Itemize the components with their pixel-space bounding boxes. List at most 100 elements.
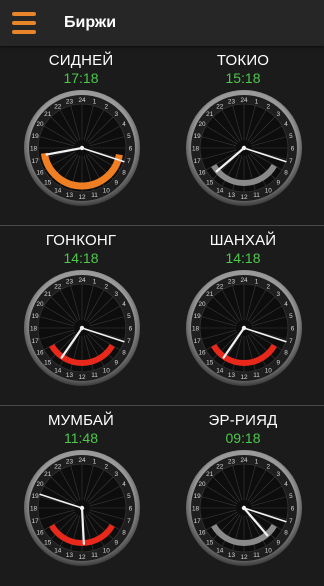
- dial-hour-label: 5: [127, 493, 131, 500]
- dial-hour-label: 11: [91, 372, 98, 379]
- exchange-card-riyadh[interactable]: ЭР-РИЯД 09:18 24 1 2 3 4 5 6 7 8 9 10 11 12 13 14 15 16 1…: [162, 406, 324, 586]
- exchanges-grid: СИДНЕЙ 17:18 24 1 2 3 4 5 6 7 8 9 10 11 12 13 14 15 16 17…: [0, 46, 324, 576]
- dial-hour-label: 2: [104, 103, 108, 110]
- dial-hour-label: 15: [206, 540, 214, 547]
- clock-dial: 24 1234567891011121314151617181920212223: [24, 270, 140, 386]
- dial-hour-label: 7: [127, 158, 131, 165]
- dial-hour-label: 6: [291, 325, 295, 332]
- dial-hour-label: 12: [78, 194, 86, 201]
- dial-hour-label: 13: [66, 552, 74, 559]
- dial-hour-label: 9: [115, 360, 119, 367]
- dial-hour-label: 19: [194, 133, 202, 140]
- dial-hour-label: 6: [129, 145, 133, 152]
- dial-hour-label: 10: [103, 367, 111, 374]
- dial-hour-label: 17: [194, 518, 202, 525]
- dial-hour-label: 9: [277, 540, 281, 547]
- dial-hour-label: 5: [127, 313, 131, 320]
- dial-hour-label: 21: [206, 291, 214, 298]
- dial-hour-label: 2: [104, 463, 108, 470]
- dial-hour-label: 11: [253, 192, 260, 199]
- exchange-card-hong-kong[interactable]: ГОНКОНГ 14:18 24 1 2 3 4 5 6 7 8 9 10 11 12 13 14 15 16 1…: [0, 226, 162, 406]
- clock-dial: 24 1234567891011121314151617181920212223: [186, 270, 302, 386]
- dial-hour-label: 7: [289, 518, 293, 525]
- dial-hour-label: 17: [32, 338, 40, 345]
- dial-hour-label: 12: [78, 554, 86, 561]
- dial-hour-label: 10: [103, 187, 111, 194]
- dial-hour-label: 11: [253, 372, 260, 379]
- dial-hour-label: 23: [228, 459, 236, 466]
- dial-hour-label: 12: [240, 194, 248, 201]
- dial-hour-label: 15: [44, 360, 52, 367]
- exchange-card-shanghai[interactable]: ШАНХАЙ 14:18 24 1 2 3 4 5 6 7 8 9 10 11 12 13 14 15 16 17…: [162, 226, 324, 406]
- dial-hour-label: 23: [66, 279, 74, 286]
- hand-pivot: [241, 145, 247, 151]
- hand-pivot: [79, 325, 85, 331]
- clock-dial: 24 1234567891011121314151617181920212223: [186, 90, 302, 206]
- dial-hour-label: 15: [44, 540, 52, 547]
- dial-hour-label: 6: [291, 505, 295, 512]
- dial-hour-label: 1: [93, 459, 97, 466]
- hand-pivot: [79, 145, 85, 151]
- dial-hour-label: 22: [54, 283, 62, 290]
- exchange-city: ГОНКОНГ: [45, 232, 117, 249]
- dial-hour-label: 20: [198, 481, 206, 488]
- dial-hour-label: 6: [129, 505, 133, 512]
- dial-hour-label: 18: [192, 145, 200, 152]
- clock-dial: 24 1234567891011121314151617181920212223: [24, 450, 140, 566]
- dial-hour-label: 24: [78, 97, 86, 104]
- dial-hour-label: 1: [93, 99, 97, 106]
- exchange-time: 14:18: [225, 250, 261, 266]
- dial-hour-label: 17: [194, 158, 202, 165]
- dial-hour-label: 1: [255, 459, 259, 466]
- dial-hour-label: 7: [289, 158, 293, 165]
- dial-hour-label: 7: [127, 338, 131, 345]
- menu-line: [12, 30, 36, 34]
- exchange-time: 14:18: [63, 250, 99, 266]
- dial-hour-label: 23: [66, 459, 74, 466]
- page-title: Биржи: [64, 14, 117, 31]
- dial-hour-label: 4: [122, 121, 126, 128]
- hamburger-menu-icon[interactable]: [10, 11, 38, 35]
- exchange-city: СИДНЕЙ: [48, 52, 114, 69]
- dial-hour-label: 20: [198, 121, 206, 128]
- dial-hour-label: 18: [192, 325, 200, 332]
- dial-hour-label: 9: [277, 180, 281, 187]
- dial-hour-label: 5: [289, 133, 293, 140]
- dial-hour-label: 1: [255, 99, 259, 106]
- dial-hour-label: 1: [255, 279, 259, 286]
- exchange-card-mumbai[interactable]: МУМБАЙ 11:48 24 1 2 3 4 5 6 7 8 9 10 11 12 13 14 15 16 17…: [0, 406, 162, 586]
- dial-hour-label: 16: [36, 170, 44, 177]
- exchange-card-tokyo[interactable]: ТОКИО 15:18 24 1 2 3 4 5 6 7 8 9 10 11 12 13 14 15 16 17 1…: [162, 46, 324, 226]
- dial-hour-label: 3: [115, 111, 119, 118]
- dial-hour-label: 20: [198, 301, 206, 308]
- dial-hour-label: 9: [115, 180, 119, 187]
- dial-hour-label: 16: [36, 530, 44, 537]
- exchange-city: ШАНХАЙ: [209, 232, 277, 249]
- dial-hour-label: 8: [122, 350, 126, 357]
- exchange-card-sydney[interactable]: СИДНЕЙ 17:18 24 1 2 3 4 5 6 7 8 9 10 11 12 13 14 15 16 17…: [0, 46, 162, 226]
- dial-hour-label: 13: [66, 192, 74, 199]
- dial-hour-label: 11: [91, 552, 98, 559]
- dial-hour-label: 17: [32, 518, 40, 525]
- dial-hour-label: 16: [198, 170, 206, 177]
- exchange-city: ТОКИО: [216, 52, 270, 69]
- dial-hour-label: 14: [54, 547, 62, 554]
- dial-hour-label: 9: [277, 360, 281, 367]
- dial-hour-label: 21: [44, 291, 52, 298]
- dial-hour-label: 3: [115, 291, 119, 298]
- dial-hour-label: 6: [129, 325, 133, 332]
- dial-hour-label: 2: [266, 103, 270, 110]
- dial-hour-label: 22: [54, 103, 62, 110]
- exchange-city: ЭР-РИЯД: [208, 412, 278, 429]
- dial-hour-label: 21: [206, 111, 214, 118]
- app-bar: Биржи: [0, 0, 324, 46]
- dial-hour-label: 12: [240, 374, 248, 381]
- dial-hour-label: 14: [216, 187, 224, 194]
- dial-hour-label: 14: [216, 367, 224, 374]
- dial-hour-label: 12: [78, 374, 86, 381]
- dial-hour-label: 17: [194, 338, 202, 345]
- dial-hour-label: 20: [36, 121, 44, 128]
- dial-hour-label: 20: [36, 301, 44, 308]
- dial-hour-label: 3: [277, 291, 281, 298]
- dial-hour-label: 24: [78, 457, 86, 464]
